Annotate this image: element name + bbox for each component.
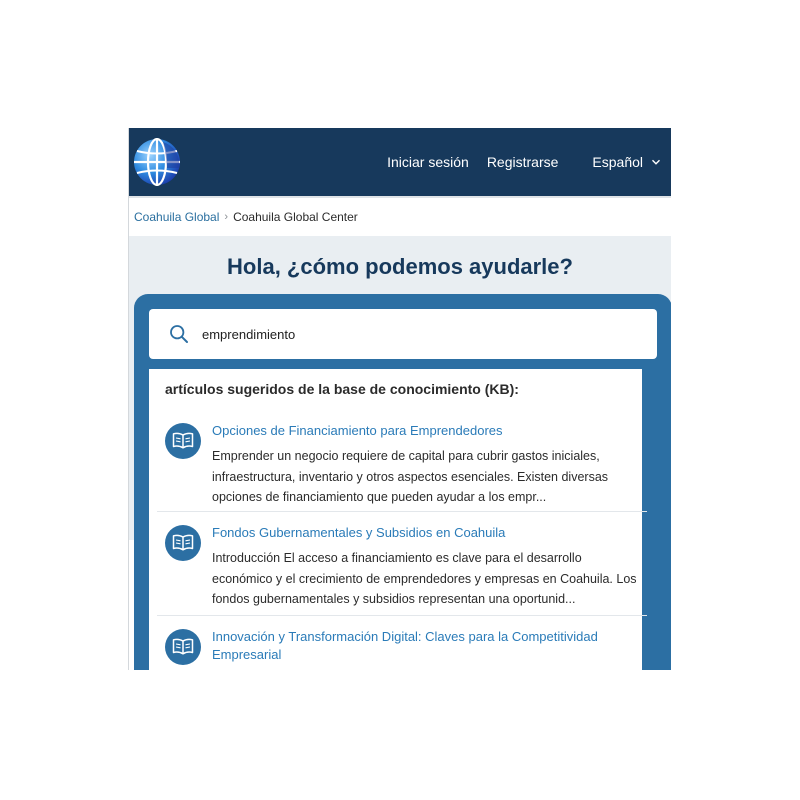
book-icon: [172, 534, 194, 551]
register-link[interactable]: Registrarse: [487, 154, 559, 170]
article-excerpt: Emprender un negocio requiere de capital…: [212, 449, 609, 504]
book-icon: [172, 638, 194, 655]
article-title-link[interactable]: Innovación y Transformación Digital: Cla…: [212, 628, 622, 664]
page-title: Hola, ¿cómo podemos ayudarle?: [227, 254, 573, 279]
article-title-link[interactable]: Fondos Gubernamentales y Subsidios en Co…: [212, 524, 622, 542]
article-item[interactable]: Innovación y Transformación Digital: Cla…: [157, 617, 647, 670]
language-label: Español: [592, 154, 643, 170]
article-icon-badge: [165, 629, 201, 665]
suggestions-list: artículos sugeridos de la base de conoci…: [149, 369, 647, 670]
hero-section: Hola, ¿cómo podemos ayudarle? artículos …: [129, 236, 671, 670]
book-icon: [172, 432, 194, 449]
article-excerpt: Introducción El acceso a financiamiento …: [212, 551, 637, 606]
globe-logo-icon[interactable]: [133, 138, 181, 186]
breadcrumb-separator-icon: ›: [224, 211, 229, 223]
search-panel: artículos sugeridos de la base de conoci…: [134, 294, 671, 670]
search-input[interactable]: [202, 326, 622, 342]
suggestions-heading: artículos sugeridos de la base de conoci…: [165, 381, 519, 397]
site-header: Iniciar sesión Registrarse Español: [129, 128, 671, 196]
article-item[interactable]: Fondos Gubernamentales y Subsidios en Co…: [157, 513, 647, 616]
breadcrumb: Coahuila Global › Coahuila Global Center: [129, 198, 671, 236]
search-box[interactable]: [149, 309, 657, 359]
language-selector[interactable]: Español: [592, 154, 661, 170]
breadcrumb-item-current: Coahuila Global Center: [233, 210, 358, 224]
article-icon-badge: [165, 525, 201, 561]
breadcrumb-item-home[interactable]: Coahuila Global: [134, 210, 219, 224]
article-icon-badge: [165, 423, 201, 459]
search-icon[interactable]: [169, 324, 189, 344]
page-frame: Iniciar sesión Registrarse Español Coahu…: [128, 128, 671, 670]
chevron-down-icon: [652, 159, 660, 165]
article-item[interactable]: Opciones de Financiamiento para Emprende…: [157, 411, 647, 512]
article-title-link[interactable]: Opciones de Financiamiento para Emprende…: [212, 422, 622, 440]
login-link[interactable]: Iniciar sesión: [387, 154, 469, 170]
header-nav: Iniciar sesión Registrarse Español: [387, 128, 671, 196]
